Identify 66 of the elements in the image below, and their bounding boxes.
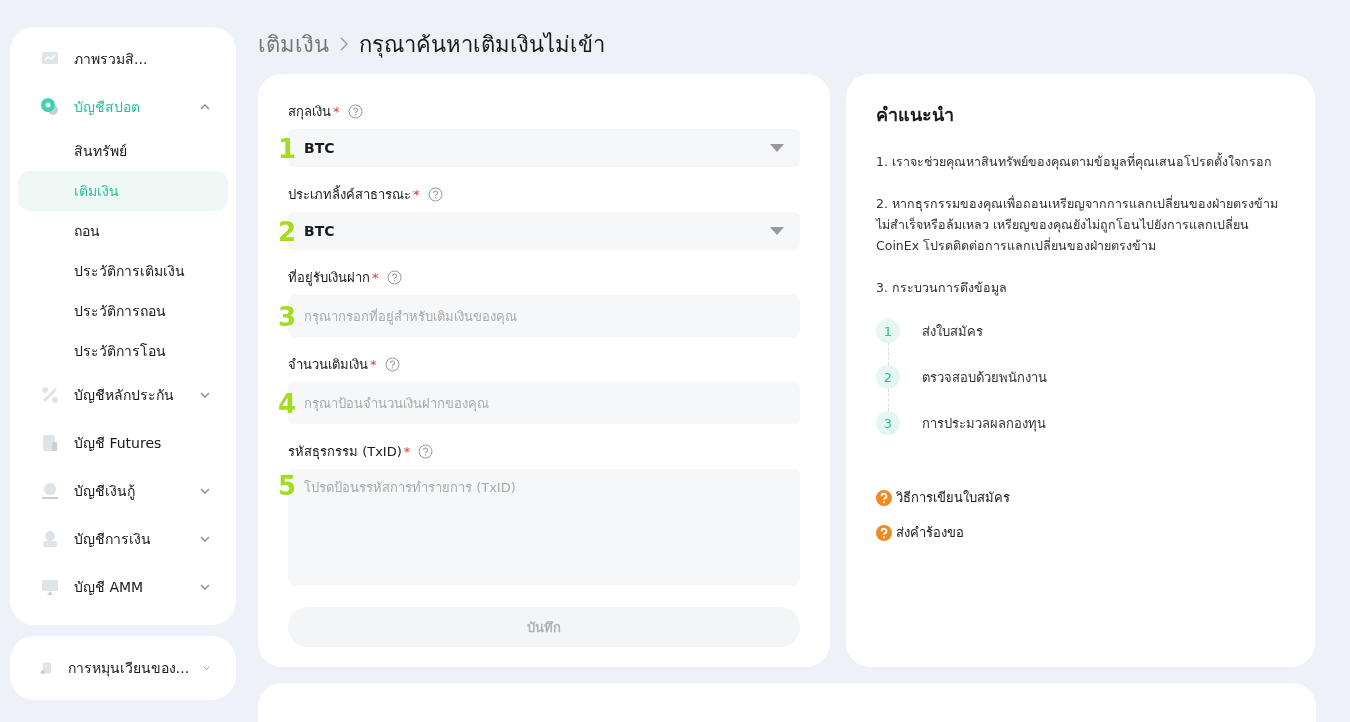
nav-icon xyxy=(40,385,60,405)
nav-icon xyxy=(40,433,60,453)
sidebar-label: บัญชีหลักประกัน xyxy=(74,386,175,405)
sidebar-item[interactable]: ภาพรวมสิ... xyxy=(10,35,236,83)
help-link[interactable]: ส่งคำร้องขอ xyxy=(896,522,964,543)
help-link[interactable]: วิธีการเขียนใบสมัคร xyxy=(896,487,1010,508)
field-label: จำนวนเติมเงิน xyxy=(288,355,368,374)
sidebar-item[interactable]: บัญชีการเงิน xyxy=(10,515,236,563)
help-icon[interactable] xyxy=(418,443,434,459)
required-asterisk: * xyxy=(372,269,379,285)
sidebar-subitem[interactable]: ประวัติการเติมเงิน xyxy=(18,251,228,291)
sidebar-subitem[interactable]: ถอน xyxy=(18,211,228,251)
caret-icon xyxy=(770,144,784,152)
chevron-icon[interactable] xyxy=(203,665,210,671)
sidebar-subitem[interactable]: ประวัติการโอน xyxy=(18,331,228,371)
field-label: รหัสธุรกรรม (TxID) xyxy=(288,442,402,462)
step-number: 3 xyxy=(876,411,900,435)
field-label: ประเภทลิ้งค์สาธารณะ xyxy=(288,184,411,204)
chevron-icon xyxy=(339,37,349,51)
required-asterisk: * xyxy=(403,443,411,459)
help-icon[interactable] xyxy=(347,103,363,119)
coin-icon xyxy=(40,97,60,117)
step-label: ส่งใบสมัคร xyxy=(922,322,983,341)
sidebar-label: บัญชีการเงิน xyxy=(74,530,152,549)
step-label: การประมวลผลกองทุน xyxy=(922,414,1046,434)
guide-paragraph: 3. กระบวนการดึงข้อมูล xyxy=(876,279,1008,298)
help-icon xyxy=(876,524,892,541)
sidebar-label: บัญชีเงินกู้ xyxy=(74,482,136,502)
sidebar-subitem[interactable]: สินทรัพย์ xyxy=(18,131,228,171)
chevron-icon[interactable] xyxy=(200,536,210,542)
breadcrumb-link[interactable]: เติมเงิน xyxy=(258,26,329,62)
field-label: สกุลเงิน xyxy=(288,102,331,122)
step-number: 1 xyxy=(876,319,900,343)
sidebar-label: บัญชีสปอต xyxy=(74,98,141,117)
required-asterisk: * xyxy=(333,103,340,119)
nav-icon xyxy=(40,481,60,501)
sidebar-item[interactable]: บัญชีหลักประกัน xyxy=(10,371,236,419)
sidebar-label: บัญชี Futures xyxy=(74,434,163,453)
required-asterisk: * xyxy=(413,186,420,202)
chevron-icon[interactable] xyxy=(200,392,210,398)
chevron-icon[interactable] xyxy=(200,488,210,494)
sidebar-item[interactable]: บัญชี Futures xyxy=(10,419,236,467)
sidebar-subitem[interactable]: ประวัติการถอน xyxy=(18,291,228,331)
help-icon[interactable] xyxy=(384,356,400,372)
guide-title: คำแนะนำ xyxy=(876,103,955,127)
sidebar-label: การหมุนเวียนของ... xyxy=(67,659,190,679)
guide-paragraph: 1. เราจะช่วยคุณหาสินทรัพย์ของคุณตามข้อมูลที่คุณเสนอโปรดตั้งใจกรอก xyxy=(876,151,1273,172)
guide-paragraph: 2. หากธุรกรรมของคุณเพื่อถอนเหรียญจากการแลกเปลี่ยนของฝ่ายตรงข้ามไม่สำเร็จหรือล้มเหลว เหรียญของคุณยังไม่ถูกโอนไปยังการแลกเปลี่ยน CoinEx โปรดติดต่อการแลกเปลี่ยนของฝ่ายตรงข้าม xyxy=(876,194,1279,255)
sidebar-item[interactable]: บัญชี AMM xyxy=(10,563,236,611)
sidebar-label: บัญชี AMM xyxy=(74,578,145,597)
help-icon[interactable] xyxy=(386,269,402,285)
page-title: กรุณาค้นหาเติมเงินไม่เข้า xyxy=(359,30,605,60)
step-label: ตรวจสอบด้วยพนักงาน xyxy=(922,368,1047,387)
help-icon[interactable] xyxy=(427,186,443,202)
sidebar-label: ภาพรวมสิ... xyxy=(74,50,149,69)
sidebar-item[interactable]: บัญชีเงินกู้ xyxy=(10,467,236,515)
nav-icon xyxy=(40,529,60,549)
field-label: ที่อยู่รับเงินฝาก xyxy=(288,268,370,288)
chevron-icon[interactable] xyxy=(200,104,210,110)
required-asterisk: * xyxy=(370,356,377,372)
chevron-icon[interactable] xyxy=(200,584,210,590)
sidebar-item[interactable]: การหมุนเวียนของ... xyxy=(10,644,236,692)
caret-icon xyxy=(770,227,784,235)
nav-icon xyxy=(40,577,60,597)
step-number: 2 xyxy=(876,365,900,389)
help-icon xyxy=(876,489,892,506)
